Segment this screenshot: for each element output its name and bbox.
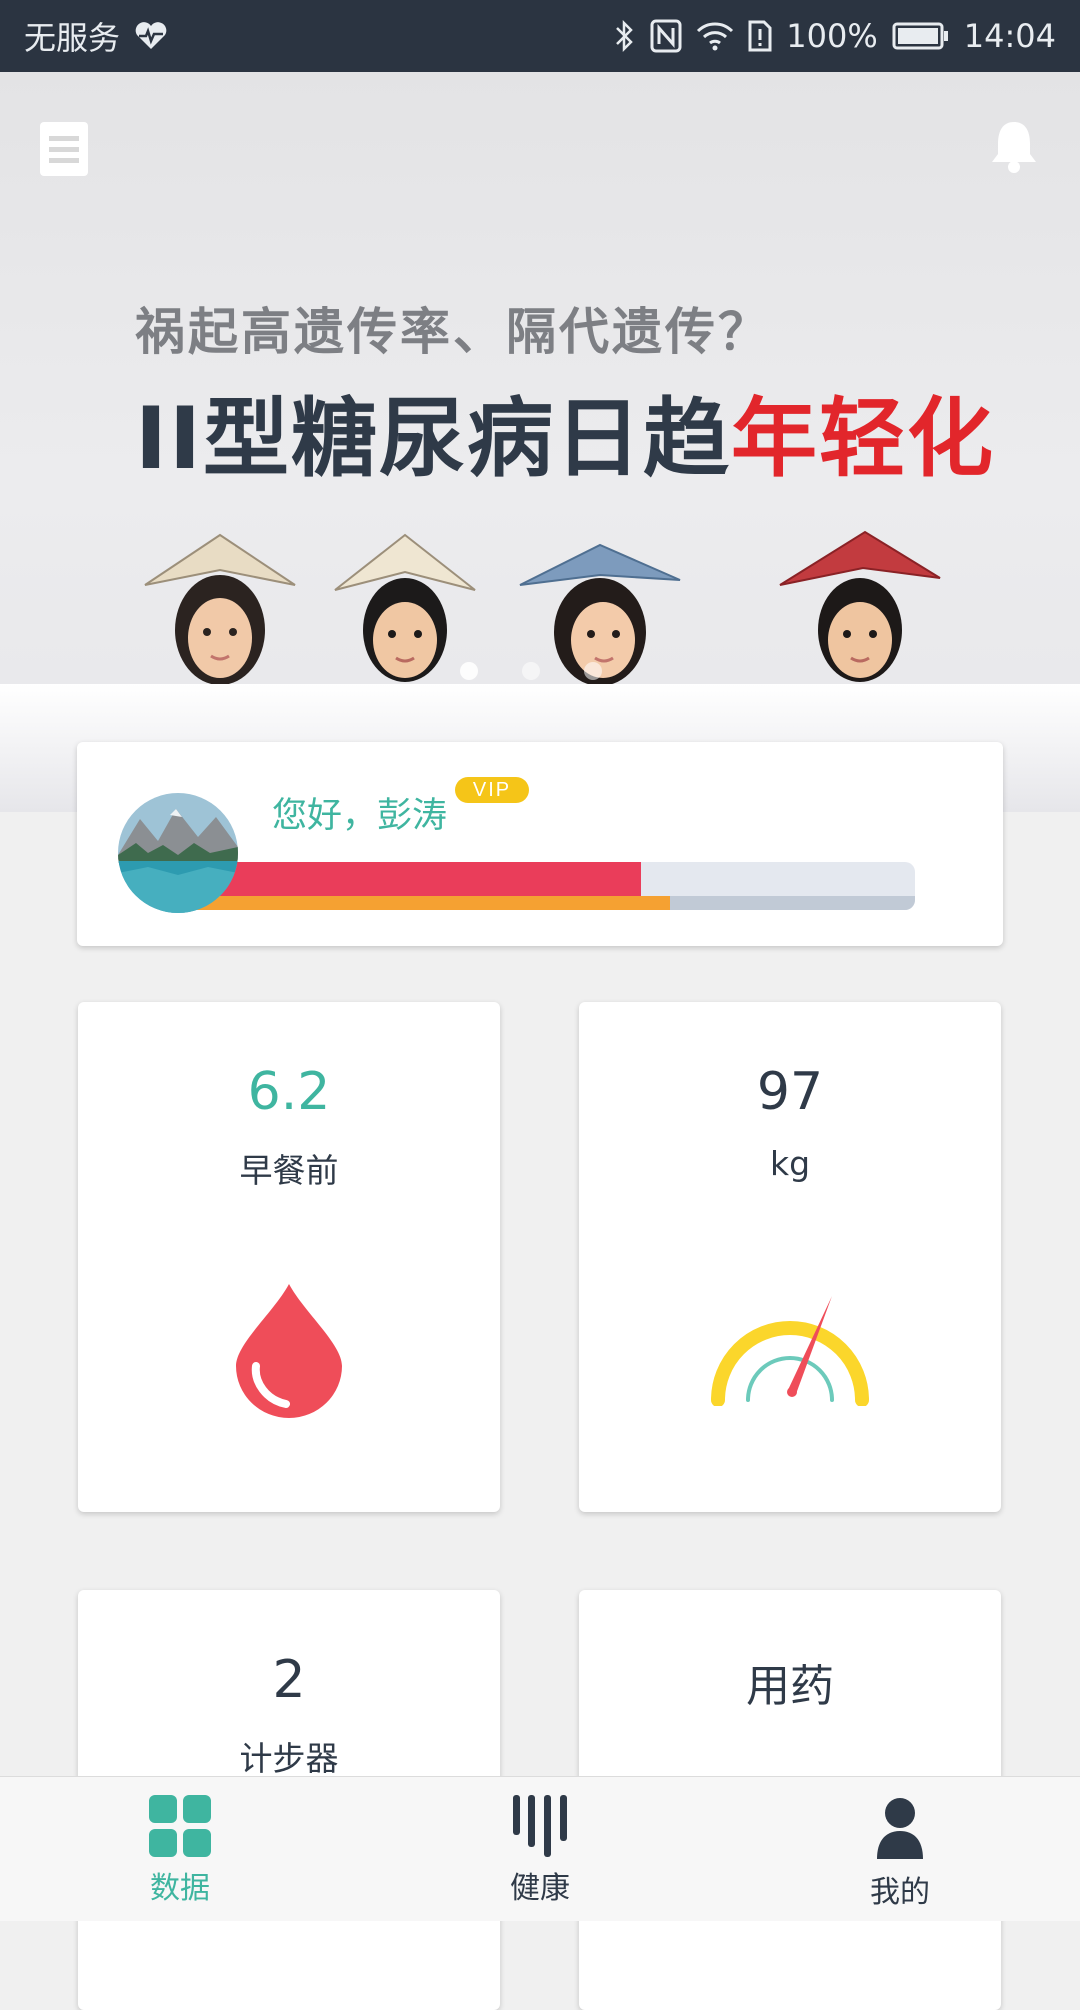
battery-icon xyxy=(892,22,950,50)
tab-mine-label: 我的 xyxy=(870,1875,930,1910)
banner-person-illustration xyxy=(144,533,296,685)
blood-glucose-tile[interactable]: 6.2 早餐前 xyxy=(78,1002,500,1512)
progress-bar xyxy=(195,862,915,910)
grid-icon xyxy=(149,1795,211,1861)
status-right: 100% 14:04 xyxy=(614,17,1056,55)
battery-percent: 100% xyxy=(786,17,878,55)
sim-alert-icon xyxy=(748,20,772,52)
weight-unit-label: kg xyxy=(769,1144,811,1183)
gauge-icon xyxy=(710,1294,870,1410)
banner-person-illustration xyxy=(779,530,941,682)
clock: 14:04 xyxy=(963,17,1056,55)
carousel-dot[interactable] xyxy=(460,662,478,680)
status-bar: 无服务 100% 14:04 xyxy=(0,0,1080,72)
greeting-text: 您好，彭涛 xyxy=(272,796,448,836)
tab-health-label: 健康 xyxy=(510,1871,570,1906)
wifi-icon xyxy=(696,21,734,51)
promo-banner[interactable]: 祸起高遗传率、隔代遗传？ II型糖尿病日趋年轻化 xyxy=(0,72,1080,812)
weight-value: 97 xyxy=(756,1062,824,1122)
bars-icon xyxy=(511,1795,569,1861)
banner-headline-accent: 年轻化 xyxy=(731,389,995,489)
steps-value: 2 xyxy=(272,1650,306,1710)
bottom-tab-bar: 数据 健康 我的 xyxy=(0,1776,1080,1921)
carrier-text: 无服务 xyxy=(24,19,121,57)
tab-mine[interactable]: 我的 xyxy=(720,1777,1080,1921)
weight-tile[interactable]: 97 kg xyxy=(579,1002,1001,1512)
user-profile-card[interactable]: 您好，彭涛 VIP xyxy=(77,742,1003,946)
progress-bar-secondary xyxy=(195,896,671,910)
carousel-dot[interactable] xyxy=(584,662,602,680)
banner-subtitle: 祸起高遗传率、隔代遗传？ xyxy=(135,303,771,361)
bluetooth-icon xyxy=(614,19,636,53)
steps-label: 计步器 xyxy=(239,1739,339,1778)
tab-data[interactable]: 数据 xyxy=(0,1777,360,1921)
person-icon xyxy=(875,1797,925,1865)
glucose-value: 6.2 xyxy=(247,1062,331,1122)
banner-headline: II型糖尿病日趋年轻化 xyxy=(135,368,995,493)
menu-icon[interactable] xyxy=(40,122,88,176)
status-left: 无服务 xyxy=(24,13,168,59)
medication-label: 用药 xyxy=(746,1661,834,1712)
tab-health[interactable]: 健康 xyxy=(360,1777,720,1921)
progress-bar-primary xyxy=(195,862,642,896)
avatar[interactable] xyxy=(118,793,238,913)
vip-badge: VIP xyxy=(455,777,529,803)
carousel-dots xyxy=(460,662,602,680)
tab-data-label: 数据 xyxy=(150,1871,210,1906)
heart-rate-icon xyxy=(134,21,168,51)
nfc-icon xyxy=(650,19,682,53)
bell-icon[interactable] xyxy=(988,118,1040,174)
blood-drop-icon xyxy=(234,1282,344,1422)
banner-headline-main: II型糖尿病日趋 xyxy=(135,389,731,489)
carousel-dot[interactable] xyxy=(522,662,540,680)
glucose-label: 早餐前 xyxy=(239,1151,339,1190)
